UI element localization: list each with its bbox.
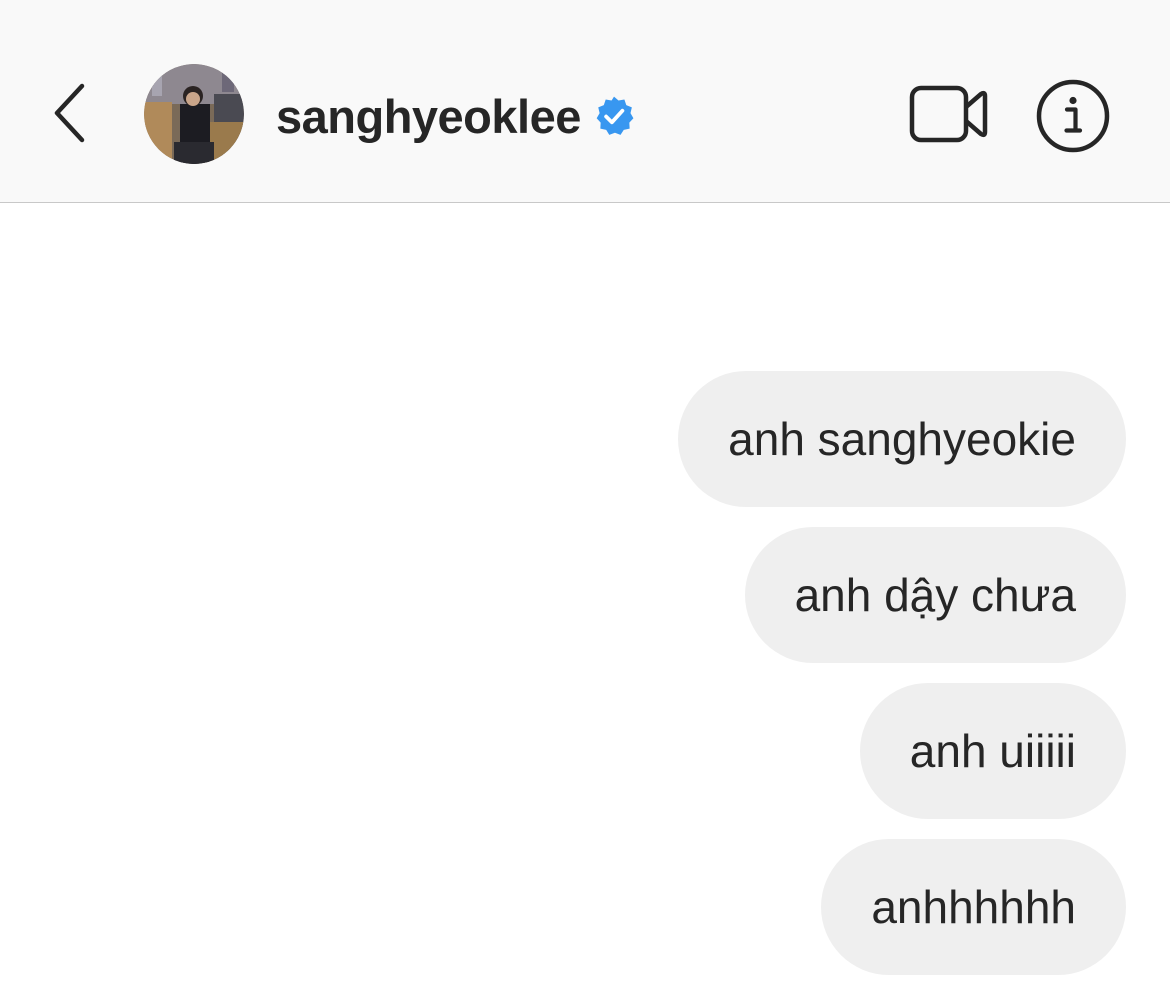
video-camera-icon — [909, 85, 988, 143]
chat-header: sanghyeoklee — [0, 0, 1170, 203]
message-bubble[interactable]: anhhhhhh — [821, 839, 1126, 975]
back-button[interactable] — [40, 78, 100, 148]
profile-name-link[interactable]: sanghyeoklee — [276, 86, 635, 146]
video-call-button[interactable] — [905, 80, 993, 148]
username: sanghyeoklee — [276, 89, 581, 143]
chevron-left-icon — [54, 83, 85, 143]
avatar[interactable] — [144, 64, 244, 164]
message-thread: anh sanghyeokie anh dậy chưa anh uiiiii … — [678, 371, 1126, 975]
message-bubble[interactable]: anh dậy chưa — [744, 527, 1126, 663]
info-circle-icon — [1036, 79, 1110, 153]
message-bubble[interactable]: anh uiiiii — [859, 683, 1126, 819]
message-bubble[interactable]: anh sanghyeokie — [678, 371, 1126, 507]
verified-badge-icon — [593, 95, 635, 137]
info-button[interactable] — [1034, 77, 1112, 155]
